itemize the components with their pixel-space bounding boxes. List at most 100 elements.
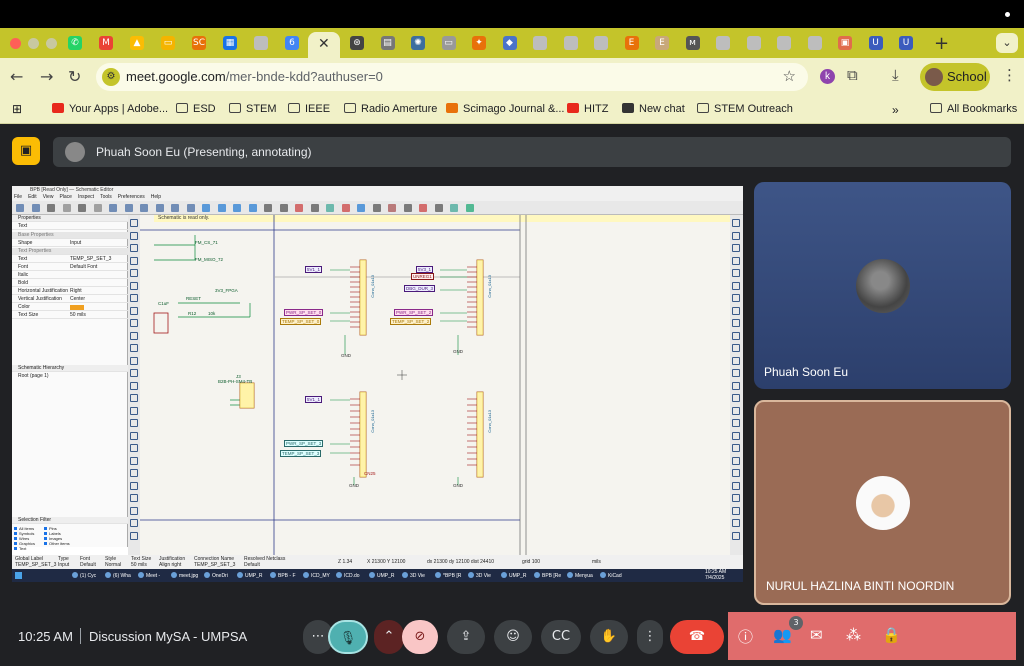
slides-tab-icon[interactable]: ▭: [161, 36, 175, 50]
net-label[interactable]: TEMP_SP_SET_0: [280, 318, 322, 325]
kicad-side-tool-icon[interactable]: [732, 519, 740, 527]
grey5-tab-icon[interactable]: [746, 36, 761, 50]
kicad-side-tool-icon[interactable]: [130, 306, 138, 315]
taskbar-app[interactable]: BPB - F: [270, 572, 296, 579]
kicad-tool-icon[interactable]: [233, 204, 241, 212]
selection-filter-checkbox[interactable]: Other items: [44, 541, 70, 546]
net-label[interactable]: 5V3_1: [416, 266, 434, 273]
kicad-tool-icon[interactable]: [16, 204, 24, 212]
kicad-side-tool-icon[interactable]: [130, 219, 138, 227]
taskbar-app[interactable]: UMP_R: [237, 572, 263, 579]
taskbar-app[interactable]: Meet -: [138, 572, 160, 579]
bookmark-star-icon[interactable]: ☆: [783, 67, 796, 85]
net-label[interactable]: 5V1_1: [305, 396, 323, 403]
extension-k-icon[interactable]: k: [820, 69, 835, 84]
selection-filter-checkbox[interactable]: Text: [14, 546, 26, 551]
net-label[interactable]: PWR_SP_SET_2: [394, 309, 434, 316]
net-label[interactable]: GND: [341, 353, 351, 358]
bookmark-item[interactable]: ESD: [176, 103, 216, 115]
kicad-tool-icon[interactable]: [62, 204, 71, 212]
present-button[interactable]: ⇪: [447, 620, 485, 654]
activities-icon[interactable]: ⁂: [846, 626, 861, 644]
calendar6-tab-icon[interactable]: 6: [285, 36, 299, 50]
net-label[interactable]: PWR_SP_SET_0: [284, 309, 324, 316]
address-bar[interactable]: ⚙ meet.google.com/mer-bnde-kdd?authuser=…: [96, 63, 808, 91]
kicad-side-tool-icon[interactable]: [732, 444, 740, 452]
more-actions-button[interactable]: ⋮: [637, 620, 663, 654]
kicad-menu-item[interactable]: Preferences: [118, 194, 145, 200]
taskbar-app[interactable]: *BPB [R: [435, 572, 461, 579]
net-label[interactable]: DBG_DUR_3: [404, 285, 436, 292]
kicad-tool-icon[interactable]: [295, 204, 303, 212]
kicad-menu-item[interactable]: Edit: [28, 194, 37, 200]
kicad-side-tool-icon[interactable]: [732, 356, 740, 365]
taskbar-app[interactable]: (6) Wha: [105, 572, 131, 579]
kicad-tool-icon[interactable]: [419, 204, 427, 212]
kicad-tool-icon[interactable]: [357, 204, 365, 212]
kicad-side-tool-icon[interactable]: [130, 519, 138, 527]
kicad-side-tool-icon[interactable]: [130, 256, 138, 265]
kicad-side-tool-icon[interactable]: [732, 256, 740, 265]
net-label[interactable]: RESET: [186, 296, 201, 301]
taskbar-app[interactable]: ICD_MY: [303, 572, 330, 579]
kicad-menu-item[interactable]: View: [43, 194, 54, 200]
net-label[interactable]: 10k: [208, 311, 215, 316]
kicad-tool-icon[interactable]: [434, 204, 443, 212]
participant-tile[interactable]: Phuah Soon Eu: [754, 182, 1011, 389]
bookmark-item[interactable]: STEM Outreach: [697, 103, 793, 115]
prop-value[interactable]: Right: [70, 288, 82, 295]
kicad-side-tool-icon[interactable]: [130, 269, 138, 277]
leave-call-button[interactable]: ☎: [670, 620, 724, 654]
net-label[interactable]: GND: [349, 483, 359, 488]
net-label[interactable]: R12: [188, 311, 196, 316]
kicad-tool-icon[interactable]: [388, 204, 396, 212]
checkbox-icon[interactable]: [44, 542, 47, 545]
mic-options-chevron-icon[interactable]: ⌃: [374, 620, 404, 654]
kicad-tool-icon[interactable]: [465, 204, 474, 212]
kicad-side-tool-icon[interactable]: [732, 406, 740, 415]
kicad-side-tool-icon[interactable]: [130, 481, 138, 490]
tab-search-button[interactable]: ⌄: [996, 33, 1018, 53]
kicad-tool-icon[interactable]: [372, 204, 381, 212]
kicad-tool-icon[interactable]: [248, 204, 257, 212]
net-label[interactable]: B2B-PH-SM4-TB: [218, 379, 252, 384]
kicad-side-tool-icon[interactable]: [732, 469, 740, 477]
taskbar-app[interactable]: BPB [Re: [534, 572, 561, 579]
prop-value[interactable]: TEMP_SP_SET_3: [70, 256, 111, 263]
kicad-side-tool-icon[interactable]: [130, 494, 138, 502]
bookmark-item[interactable]: Radio Amerture: [344, 103, 437, 115]
mic-button[interactable]: 🎙: [328, 620, 368, 654]
windows-start-icon[interactable]: [15, 572, 22, 579]
gear-tab-icon[interactable]: ✺: [411, 36, 425, 50]
net-label[interactable]: FM_MISO_72: [195, 257, 223, 262]
kicad-menu-item[interactable]: Help: [151, 194, 161, 200]
kicad-side-tool-icon[interactable]: [732, 381, 740, 390]
prop-value[interactable]: Default Font: [70, 264, 97, 271]
checkbox-icon[interactable]: [14, 547, 17, 550]
grey6-tab-icon[interactable]: [777, 36, 791, 50]
net-label[interactable]: FM_CS_71: [195, 240, 218, 245]
hierarchy-root[interactable]: Root (page 1): [18, 373, 49, 380]
sc-tab-icon[interactable]: SC: [192, 36, 206, 50]
kicad-side-tool-icon[interactable]: [130, 319, 138, 327]
chatgpt-tab-icon[interactable]: ⊛: [350, 36, 364, 50]
people-icon[interactable]: 👥 3: [773, 616, 803, 644]
prop-value[interactable]: Input: [70, 240, 81, 247]
kicad-tool-icon[interactable]: [140, 204, 148, 212]
net-label[interactable]: 3V3_FPGA: [215, 288, 238, 293]
kicad-side-tool-icon[interactable]: [732, 281, 740, 290]
kicad-side-tool-icon[interactable]: [130, 531, 138, 540]
kicad-side-tool-icon[interactable]: [732, 394, 740, 402]
net-label[interactable]: TEMP_SP_SET_2: [390, 318, 432, 325]
kicad-side-tool-icon[interactable]: [130, 344, 138, 352]
gmail-tab-icon[interactable]: M: [99, 36, 113, 50]
bookmark-item[interactable]: Scimago Journal &...: [446, 103, 565, 115]
forward-button[interactable]: →: [40, 67, 53, 86]
kicad-side-tool-icon[interactable]: [130, 456, 138, 465]
kicad-side-tool-icon[interactable]: [130, 294, 138, 302]
kicad-side-tool-icon[interactable]: [732, 506, 740, 515]
all-bookmarks[interactable]: All Bookmarks: [930, 103, 1017, 115]
kicad-side-tool-icon[interactable]: [732, 231, 740, 240]
kicad-side-tool-icon[interactable]: [732, 319, 740, 327]
checkbox-icon[interactable]: [14, 527, 17, 530]
